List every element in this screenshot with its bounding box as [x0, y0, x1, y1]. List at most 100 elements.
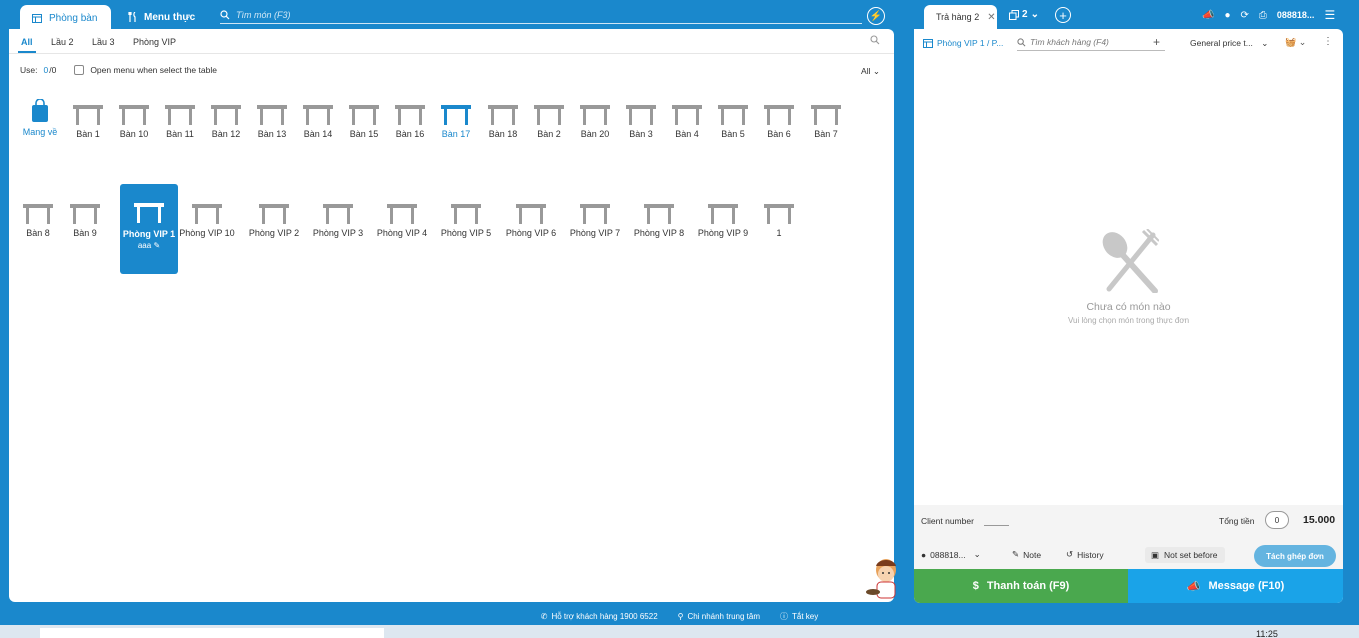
not-set-before-button[interactable]: ▣ Not set before [1145, 547, 1226, 563]
note-button[interactable]: ✎ Note [1012, 549, 1041, 560]
account-phone[interactable]: 088818... [1277, 10, 1315, 20]
support-hotline[interactable]: ✆ Hỗ trợ khách hàng 1900 6522 [541, 608, 658, 624]
filter-all[interactable]: All [21, 37, 33, 47]
printer-icon[interactable]: ⎙ [1259, 10, 1267, 21]
order-copies-dropdown[interactable]: 2 ⌄ [1009, 9, 1039, 20]
table-ban-10[interactable]: Bàn 10 [109, 105, 159, 139]
table-ban-3[interactable]: Bàn 3 [616, 105, 666, 139]
table-icon [451, 204, 481, 224]
table-icon [626, 105, 656, 125]
client-number-input[interactable] [984, 525, 1009, 526]
table-phong-vip-6[interactable]: Phòng VIP 6 [501, 204, 561, 238]
search-icon[interactable] [870, 35, 880, 45]
table-ban-7[interactable]: Bàn 7 [801, 105, 851, 139]
dollar-icon: $ [972, 580, 979, 592]
taskbar-search-box[interactable] [40, 628, 384, 638]
table-icon [672, 105, 702, 125]
order-panel: Phòng VIP 1 / P... Tìm khách hàng (F4) +… [914, 29, 1343, 603]
table-label: Phòng VIP 6 [505, 228, 557, 238]
globe-icon[interactable]: ● [1224, 10, 1230, 21]
table-ban-17[interactable]: Bàn 17 [431, 105, 481, 139]
filter-lau-2[interactable]: Lầu 2 [51, 37, 74, 47]
table-icon [323, 204, 353, 224]
search-placeholder: Tìm món (F3) [236, 9, 291, 20]
table-ban-15[interactable]: Bàn 15 [339, 105, 389, 139]
table-phong-vip-8[interactable]: Phòng VIP 8 [629, 204, 689, 238]
pencil-icon[interactable]: ✎ [153, 241, 160, 250]
table-ban-20[interactable]: Bàn 20 [570, 105, 620, 139]
table-ban-12[interactable]: Bàn 12 [201, 105, 251, 139]
more-options-icon[interactable]: ⋮ [1323, 36, 1333, 47]
status-filter-dropdown[interactable]: All ⌄ [861, 66, 880, 77]
table-phong-vip-9[interactable]: Phòng VIP 9 [693, 204, 753, 238]
table-label: Phòng VIP 4 [376, 228, 428, 238]
customer-dropdown[interactable]: ● 088818... ⌄ [921, 549, 981, 560]
table-label: Phòng VIP 3 [312, 228, 364, 238]
table-phong-vip-1-selected[interactable]: Phòng VIP 1 ааа ✎ [120, 184, 178, 274]
add-customer-button[interactable]: + [1153, 35, 1160, 49]
history-button[interactable]: ↺ History [1066, 549, 1104, 560]
table-ban-9[interactable]: Bàn 9 [60, 204, 110, 238]
sync-icon[interactable]: ⟳ [1241, 10, 1249, 21]
current-room[interactable]: Phòng VIP 1 / P... [923, 38, 1003, 48]
table-ban-2[interactable]: Bàn 2 [524, 105, 574, 139]
branch-selector[interactable]: ⚲ Chi nhánh trung tâm [678, 608, 760, 624]
table-label: Phòng VIP 7 [569, 228, 621, 238]
message-button[interactable]: 📣 Message (F10) [1128, 569, 1343, 603]
customer-search-input[interactable]: Tìm khách hàng (F4) + [1017, 34, 1165, 51]
lightning-icon[interactable]: ⚡ [867, 7, 885, 25]
hamburger-menu-icon[interactable]: ☰ [1324, 8, 1335, 22]
table-label: Phòng VIP 1 [122, 229, 176, 239]
table-takeaway[interactable]: Mang về [15, 99, 65, 137]
table-ban-1[interactable]: Bàn 1 [63, 105, 113, 139]
table-ban-4[interactable]: Bàn 4 [662, 105, 712, 139]
table-phong-vip-5[interactable]: Phòng VIP 5 [436, 204, 496, 238]
table-icon [718, 105, 748, 125]
search-icon [220, 9, 230, 20]
table-phong-vip-2[interactable]: Phòng VIP 2 [244, 204, 304, 238]
split-merge-button[interactable]: Tách ghép đơn [1254, 545, 1336, 567]
table-phong-vip-3[interactable]: Phòng VIP 3 [308, 204, 368, 238]
chef-mascot-icon[interactable] [864, 554, 904, 604]
table-icon [303, 105, 333, 125]
current-room-label: Phòng VIP 1 / P... [937, 38, 1004, 48]
table-ban-18[interactable]: Bàn 18 [478, 105, 528, 139]
shortcut-toggle[interactable]: ⓘ Tắt key [780, 608, 818, 624]
table-label: Phòng VIP 10 [179, 228, 235, 238]
table-1[interactable]: 1 [754, 204, 804, 238]
area-filter-bar: All Lầu 2 Lầu 3 Phòng VIP [9, 29, 894, 54]
tab-menu[interactable]: Menu thực [128, 5, 195, 29]
table-ban-16[interactable]: Bàn 16 [385, 105, 435, 139]
table-ban-11[interactable]: Bàn 11 [155, 105, 205, 139]
pay-button[interactable]: $ Thanh toán (F9) [914, 569, 1128, 603]
basket-dropdown[interactable]: 🧺 ⌄ [1285, 37, 1306, 48]
megaphone-icon[interactable]: 📣 [1202, 10, 1214, 21]
filter-lau-3[interactable]: Lầu 3 [92, 37, 115, 47]
add-order-button[interactable]: + [1055, 7, 1071, 23]
menu-search-input[interactable]: Tìm món (F3) [220, 6, 862, 24]
table-ban-5[interactable]: Bàn 5 [708, 105, 758, 139]
order-tab[interactable]: Trả hàng 2 ✕ [924, 5, 997, 29]
table-label: Bàn 14 [303, 129, 333, 139]
table-phong-vip-4[interactable]: Phòng VIP 4 [372, 204, 432, 238]
table-phong-vip-7[interactable]: Phòng VIP 7 [565, 204, 625, 238]
pencil-icon: ✎ [1012, 549, 1020, 559]
filter-phong-vip[interactable]: Phòng VIP [133, 37, 176, 47]
table-ban-8[interactable]: Bàn 8 [13, 204, 63, 238]
table-icon [764, 204, 794, 224]
table-ban-13[interactable]: Bàn 13 [247, 105, 297, 139]
table-ban-6[interactable]: Bàn 6 [754, 105, 804, 139]
table-icon [259, 204, 289, 224]
tab-rooms[interactable]: Phòng bàn [20, 5, 111, 31]
price-list-dropdown[interactable]: General price t... ⌄ [1190, 38, 1268, 49]
search-icon [1017, 37, 1026, 47]
open-menu-checkbox[interactable] [74, 65, 85, 75]
table-ban-14[interactable]: Bàn 14 [293, 105, 343, 139]
empty-subtitle: Vui lòng chọn món trong thực đơn [1067, 316, 1190, 325]
close-icon[interactable]: ✕ [987, 12, 995, 23]
table-icon [488, 105, 518, 125]
table-note: ааа [137, 241, 152, 250]
order-tab-label: Trả hàng 2 [936, 12, 980, 22]
table-phong-vip-10[interactable]: Phòng VIP 10 [177, 204, 237, 238]
user-icon: ● [921, 549, 927, 560]
